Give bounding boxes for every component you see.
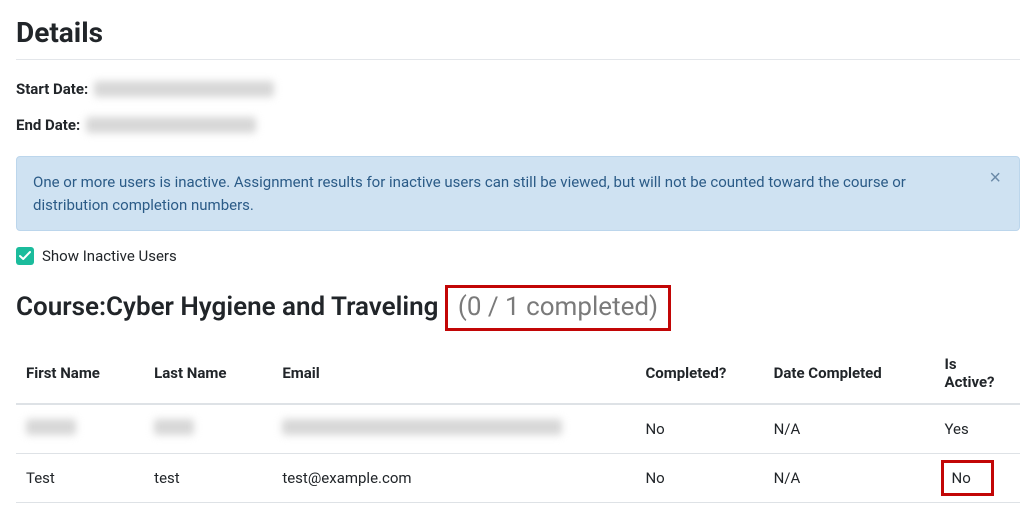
table-row: Test test test@example.com No N/A No	[16, 454, 1020, 503]
inactive-users-alert: One or more users is inactive. Assignmen…	[16, 156, 1020, 231]
cell-email: test@example.com	[272, 454, 635, 503]
table-row: No N/A Yes	[16, 404, 1020, 454]
is-active-value: No	[952, 469, 971, 487]
alert-close-button[interactable]: ×	[983, 167, 1007, 189]
user-results-table: First Name Last Name Email Completed? Da…	[16, 343, 1020, 503]
cell-completed: No	[635, 454, 763, 503]
check-icon	[19, 250, 31, 262]
alert-text: One or more users is inactive. Assignmen…	[33, 173, 906, 214]
course-prefix: Course:	[16, 292, 106, 322]
cell-date-completed: N/A	[764, 454, 935, 503]
col-first-name: First Name	[16, 343, 144, 404]
end-date-row: End Date:	[16, 116, 1020, 134]
show-inactive-label: Show Inactive Users	[42, 247, 177, 265]
col-date-completed: Date Completed	[764, 343, 935, 404]
cell-last-name	[144, 404, 272, 454]
end-date-label: End Date:	[16, 116, 80, 134]
cell-first-name: Test	[16, 454, 144, 503]
start-date-label: Start Date:	[16, 80, 88, 98]
close-icon: ×	[989, 167, 1001, 189]
show-inactive-row: Show Inactive Users	[16, 247, 1020, 265]
cell-date-completed: N/A	[764, 404, 935, 454]
is-active-annotation: No	[941, 460, 994, 496]
show-inactive-checkbox[interactable]	[16, 247, 34, 265]
cell-completed: No	[635, 404, 763, 454]
start-date-row: Start Date:	[16, 80, 1020, 98]
col-email: Email	[272, 343, 635, 404]
cell-email	[272, 404, 635, 454]
cell-is-active: Yes	[935, 404, 1021, 454]
col-completed: Completed?	[635, 343, 763, 404]
start-date-value-redacted	[94, 81, 274, 97]
col-is-active: Is Active?	[935, 343, 1021, 404]
col-last-name: Last Name	[144, 343, 272, 404]
table-header-row: First Name Last Name Email Completed? Da…	[16, 343, 1020, 404]
course-name: Cyber Hygiene and Traveling	[106, 292, 438, 322]
cell-is-active: No	[935, 454, 1021, 503]
divider	[16, 59, 1020, 60]
cell-last-name: test	[144, 454, 272, 503]
completion-count: (0 / 1 completed)	[458, 292, 658, 322]
end-date-value-redacted	[86, 117, 256, 133]
course-heading: Course: Cyber Hygiene and Traveling (0 /…	[16, 285, 1020, 331]
cell-first-name	[16, 404, 144, 454]
completion-annotation: (0 / 1 completed)	[445, 285, 671, 331]
details-heading: Details	[16, 16, 1020, 49]
